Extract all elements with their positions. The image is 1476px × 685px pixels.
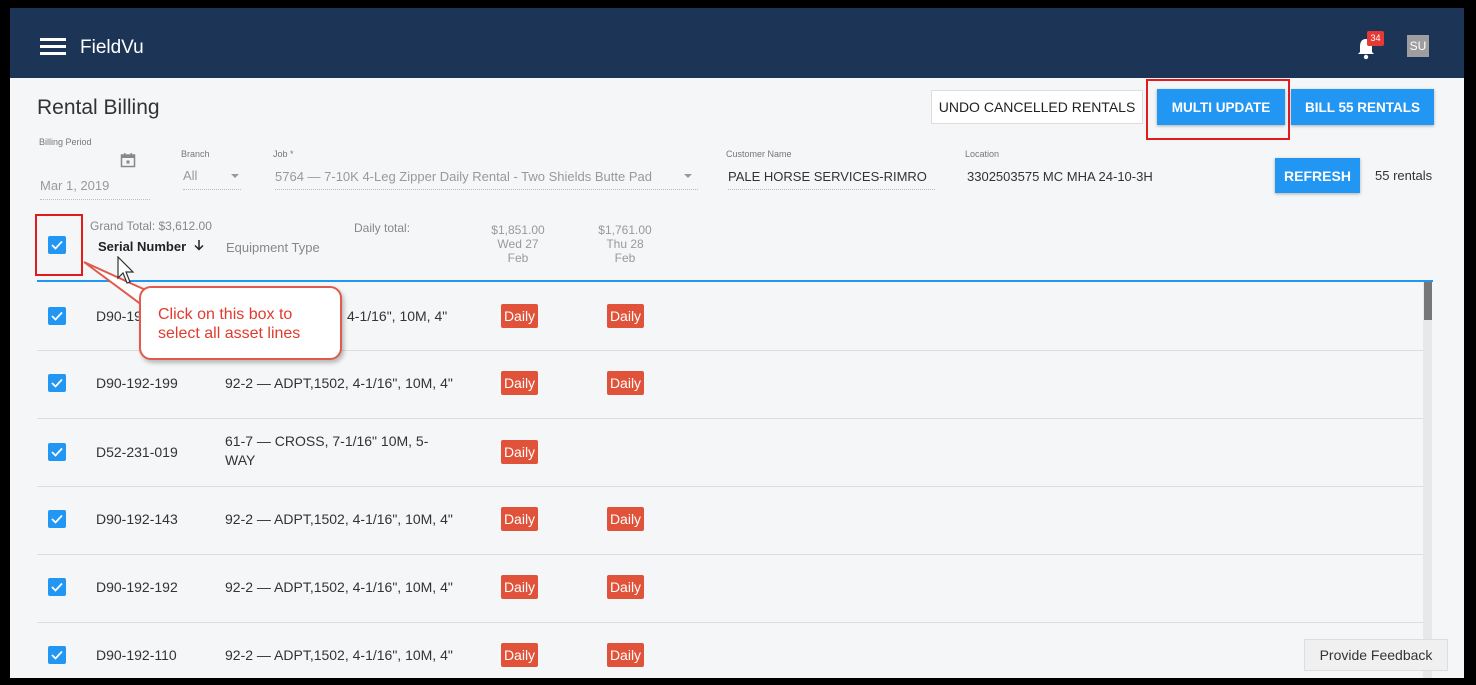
job-select[interactable]: 5764 — 7-10K 4-Leg Zipper Daily Rental -…	[275, 169, 652, 184]
daily-total-label: Daily total:	[354, 221, 411, 235]
daily-badge[interactable]: Daily	[501, 643, 538, 667]
mouse-cursor-icon	[117, 256, 135, 284]
location-field[interactable]: 3302503575 MC MHA 24-10-3H	[967, 169, 1153, 184]
job-dropdown-icon[interactable]	[684, 174, 692, 178]
date-column-month: Feb	[614, 251, 636, 265]
customer-underline	[728, 189, 935, 190]
scrollbar-track[interactable]	[1423, 282, 1432, 678]
daily-badge[interactable]: Daily	[501, 440, 538, 464]
serial-number: D90-192-143	[96, 511, 178, 527]
date-column-month: Feb	[507, 251, 529, 265]
location-label: Location	[965, 149, 1000, 159]
app-window: FieldVu 34 SU Rental Billing UNDO CANCEL…	[10, 8, 1464, 678]
equipment-type-header[interactable]: Equipment Type	[226, 240, 320, 255]
bill-rentals-button[interactable]: BILL 55 RENTALS	[1291, 89, 1434, 125]
table-row[interactable]: D90-192-143 92-2 — ADPT,1502, 4-1/16", 1…	[37, 486, 1423, 555]
provide-feedback-button[interactable]: Provide Feedback	[1304, 639, 1448, 671]
equipment-type: 92-2 — ADPT,1502, 4-1/16", 10M, 4"	[225, 647, 453, 663]
equipment-type: 61-7 — CROSS, 7-1/16" 10M, 5-WAY	[225, 433, 429, 468]
date-column-total: $1,761.00	[598, 223, 652, 237]
daily-badge[interactable]: Daily	[607, 371, 644, 395]
row-checkbox[interactable]	[48, 307, 66, 325]
callout-pointer	[83, 261, 152, 308]
job-underline	[275, 189, 698, 190]
daily-badge[interactable]: Daily	[607, 575, 644, 599]
daily-badge[interactable]: Daily	[607, 643, 644, 667]
scrollbar-thumb[interactable]	[1424, 282, 1432, 320]
serial-number: D90-192-192	[96, 579, 178, 595]
row-checkbox[interactable]	[48, 443, 66, 461]
equipment-type: 92-2 — ADPT,1502, 4-1/16", 10M, 4"	[225, 579, 453, 595]
user-avatar[interactable]: SU	[1407, 35, 1429, 57]
table-row[interactable]: D90-192-192 92-2 — ADPT,1502, 4-1/16", 1…	[37, 554, 1423, 623]
customer-field[interactable]: PALE HORSE SERVICES-RIMRO	[728, 169, 935, 184]
equipment-type: 92-2 — ADPT,1502, 4-1/16", 10M, 4"	[225, 511, 453, 527]
table-row[interactable]: D90-192-110 92-2 — ADPT,1502, 4-1/16", 1…	[37, 622, 1423, 678]
table-row[interactable]: D90-192-199 92-2 — ADPT,1502, 4-1/16", 1…	[37, 350, 1423, 419]
equipment-type: 92-2 — ADPT,1502, 4-1/16", 10M, 4"	[225, 375, 453, 391]
serial-number: D90-192-110	[96, 647, 177, 663]
date-column-day: Wed 27	[497, 237, 539, 251]
equipment-type: 4-1/16", 10M, 4"	[347, 308, 448, 324]
annotation-text: Click on this box to select all asset li…	[158, 306, 301, 342]
daily-badge[interactable]: Daily	[501, 304, 538, 328]
highlight-box-multi-update	[1146, 79, 1290, 140]
date-column-total: $1,851.00	[491, 223, 545, 237]
daily-badge[interactable]: Daily	[607, 507, 644, 531]
row-checkbox[interactable]	[48, 510, 66, 528]
serial-number: D52-231-019	[96, 444, 178, 460]
serial-number: D90-192-199	[96, 375, 178, 391]
serial-number: D90-19	[96, 308, 142, 324]
date-column-header-1: $1,851.00 Wed 27 Feb	[486, 223, 550, 265]
rentals-count: 55 rentals	[1375, 168, 1433, 183]
daily-badge[interactable]: Daily	[501, 371, 538, 395]
notification-badge: 34	[1367, 31, 1384, 46]
branch-dropdown-icon[interactable]	[231, 174, 239, 178]
date-column-day: Thu 28	[606, 237, 644, 251]
daily-badge[interactable]: Daily	[501, 507, 538, 531]
app-bar: FieldVu 34 SU	[10, 8, 1464, 78]
row-checkbox[interactable]	[48, 646, 66, 664]
job-label: Job *	[273, 149, 294, 159]
daily-badge[interactable]: Daily	[501, 575, 538, 599]
undo-cancelled-rentals-button[interactable]: UNDO CANCELLED RENTALS	[931, 90, 1143, 124]
refresh-button[interactable]: REFRESH	[1275, 158, 1360, 193]
customer-label: Customer Name	[726, 149, 792, 159]
annotation-callout: Click on this box to select all asset li…	[139, 286, 342, 360]
table-row[interactable]: D52-231-019 61-7 — CROSS, 7-1/16" 10M, 5…	[37, 418, 1423, 487]
daily-badge[interactable]: Daily	[607, 304, 644, 328]
row-checkbox[interactable]	[48, 374, 66, 392]
row-checkbox[interactable]	[48, 578, 66, 596]
date-column-header-2: $1,761.00 Thu 28 Feb	[593, 223, 657, 265]
